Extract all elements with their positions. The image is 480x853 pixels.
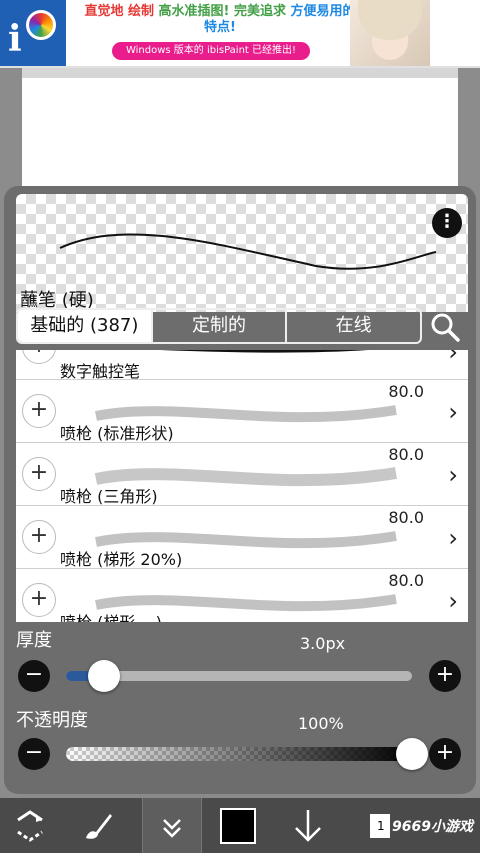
add-icon[interactable]: +: [22, 520, 56, 554]
search-icon[interactable]: [428, 310, 462, 344]
opacity-slider-handle[interactable]: [396, 738, 428, 770]
ad-illustration: [350, 0, 430, 66]
list-item[interactable]: + 80.0 喷枪 (三角形) ›: [16, 443, 468, 506]
add-icon[interactable]: +: [22, 583, 56, 617]
ibispaint-logo: i: [0, 0, 66, 66]
brush-item-name: 数字触控笔: [60, 362, 141, 381]
thickness-slider-handle[interactable]: [88, 660, 121, 692]
opacity-increase-button[interactable]: +: [429, 738, 461, 770]
ad-banner[interactable]: i 直觉地 绘制 高水准插图! 完美追求 方便易用的 特点! Windows 版…: [0, 0, 480, 68]
brush-item-name: 喷枪 (标准形状): [60, 424, 174, 443]
ad-headline: 直觉地 绘制 高水准插图! 完美追求 方便易用的 特点!: [70, 4, 370, 36]
ad-text-2: 绘制: [127, 4, 154, 19]
drawing-canvas[interactable]: [22, 78, 458, 188]
chevron-right-icon[interactable]: ›: [448, 398, 458, 426]
brush-item-name: 喷枪 (梯形 ...): [60, 609, 162, 622]
brush-size-value: 80.0: [388, 445, 424, 464]
ad-text-5: 方便易用的: [290, 4, 356, 19]
opacity-label: 不透明度: [16, 710, 88, 731]
tab-basic[interactable]: 基础的 (387): [18, 310, 151, 342]
brush-size-value: 80.0: [388, 571, 424, 590]
list-item[interactable]: + 数字触控笔 ›: [16, 350, 468, 381]
chevron-right-icon[interactable]: ›: [448, 587, 458, 615]
brush-item-name: 喷枪 (梯形 20%): [60, 550, 183, 569]
collapse-icon[interactable]: [142, 798, 202, 853]
ad-text-6: 特点!: [204, 20, 236, 35]
add-icon[interactable]: +: [22, 457, 56, 491]
add-icon[interactable]: +: [22, 350, 56, 364]
brush-size-value: 80.0: [388, 508, 424, 527]
ad-text-4: 完美追求: [234, 4, 287, 19]
thickness-increase-button[interactable]: +: [429, 660, 461, 692]
tab-online[interactable]: 在线: [285, 310, 420, 342]
thickness-value: 3.0px: [300, 634, 346, 653]
brush-list: + 数字触控笔 › + 80.0 喷枪 (标准形状) › + 80.0 喷枪 (…: [16, 350, 468, 622]
opacity-decrease-button[interactable]: −: [18, 738, 50, 770]
opacity-value: 100%: [298, 714, 344, 733]
add-icon[interactable]: +: [22, 394, 56, 428]
brush-preview: ⋮ 蘸笔 (硬): [16, 194, 468, 312]
brush-item-name: 喷枪 (三角形): [60, 487, 158, 506]
download-arrow-icon[interactable]: [278, 798, 338, 853]
list-item[interactable]: + 80.0 喷枪 (标准形状) ›: [16, 380, 468, 443]
watermark: 9669小游戏: [392, 819, 473, 835]
list-item[interactable]: + 80.0 喷枪 (梯形 ...) ›: [16, 569, 468, 622]
ad-pill[interactable]: Windows 版本的 ibisPaint 已经推出!: [112, 42, 310, 60]
bottom-toolbar: 1 9669小游戏: [0, 798, 480, 853]
thickness-decrease-button[interactable]: −: [18, 660, 50, 692]
thickness-label: 厚度: [16, 630, 52, 651]
chevron-right-icon[interactable]: ›: [448, 461, 458, 489]
brush-panel: ⋮ 蘸笔 (硬) 基础的 (387) 定制的 在线 + 数字触控笔 › + 80…: [4, 186, 476, 794]
ad-text-3: 高水准插图!: [158, 4, 230, 19]
more-vertical-icon[interactable]: ⋮: [432, 208, 462, 238]
svg-text:1: 1: [377, 819, 385, 833]
chevron-right-icon[interactable]: ›: [448, 350, 458, 366]
color-swatch[interactable]: [208, 798, 268, 853]
brush-tabs: 基础的 (387) 定制的 在线: [16, 308, 422, 344]
ad-text-1: 直觉地: [84, 4, 124, 19]
transform-icon[interactable]: [0, 798, 60, 853]
list-item[interactable]: + 80.0 喷枪 (梯形 20%) ›: [16, 506, 468, 569]
chevron-right-icon[interactable]: ›: [448, 524, 458, 552]
tab-custom[interactable]: 定制的: [150, 310, 286, 342]
opacity-slider[interactable]: [66, 747, 412, 761]
brush-size-value: 80.0: [388, 382, 424, 401]
brush-icon[interactable]: [66, 798, 126, 853]
